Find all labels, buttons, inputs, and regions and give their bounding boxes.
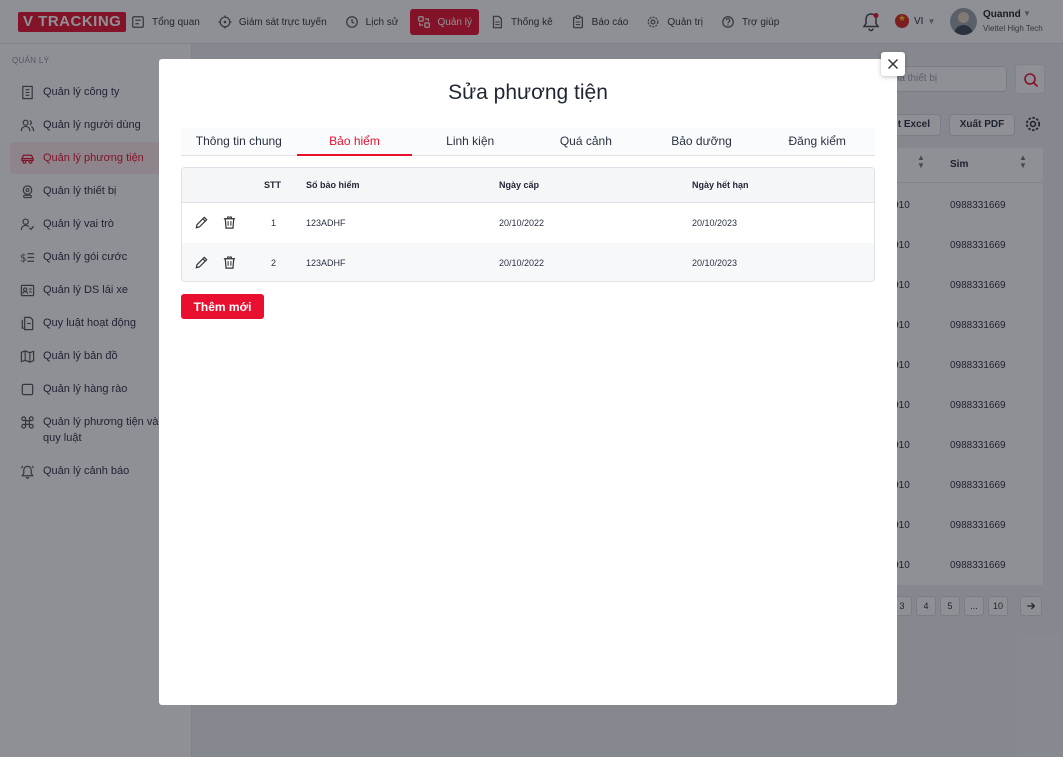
- add-new-button[interactable]: Thêm mới: [181, 294, 264, 319]
- insurance-table: STT Số bảo hiểm Ngày cấp Ngày hết hạn 1 …: [181, 167, 875, 282]
- column-header-insurance-number: Số bảo hiểm: [306, 180, 360, 190]
- cell-stt: 2: [271, 258, 277, 268]
- tab-general-info[interactable]: Thông tin chung: [181, 128, 297, 155]
- cell-expiry-date: 20/10/2023: [692, 258, 738, 268]
- cell-stt: 1: [271, 218, 277, 228]
- tab-transit[interactable]: Quá cảnh: [528, 128, 644, 155]
- cell-issue-date: 20/10/2022: [499, 258, 545, 268]
- modal-title: Sửa phương tiện: [448, 81, 608, 104]
- edit-pencil-icon[interactable]: [194, 255, 209, 270]
- insurance-table-header: STT Số bảo hiểm Ngày cấp Ngày hết hạn: [182, 168, 874, 203]
- tab-maintenance[interactable]: Bảo dưỡng: [644, 128, 760, 155]
- cell-expiry-date: 20/10/2023: [692, 218, 738, 228]
- tab-components[interactable]: Linh kiện: [412, 128, 528, 155]
- delete-trash-icon[interactable]: [222, 255, 237, 270]
- table-row: 2 123ADHF 20/10/2022 20/10/2023: [182, 243, 874, 281]
- cell-issue-date: 20/10/2022: [499, 218, 545, 228]
- close-icon: [888, 59, 898, 69]
- edit-pencil-icon[interactable]: [194, 215, 209, 230]
- delete-trash-icon[interactable]: [222, 215, 237, 230]
- column-header-stt: STT: [264, 180, 281, 190]
- column-header-issue-date: Ngày cấp: [499, 180, 540, 190]
- tab-registration[interactable]: Đăng kiểm: [759, 128, 875, 155]
- tab-insurance[interactable]: Bảo hiểm: [296, 128, 413, 156]
- cell-insurance-number: 123ADHF: [306, 258, 346, 268]
- column-header-expiry-date: Ngày hết hạn: [692, 180, 749, 190]
- close-modal-button[interactable]: [881, 52, 905, 76]
- edit-vehicle-modal: Sửa phương tiện Thông tin chung Bảo hiểm…: [159, 52, 905, 705]
- cell-insurance-number: 123ADHF: [306, 218, 346, 228]
- modal-tabs: Thông tin chung Bảo hiểm Linh kiện Quá c…: [181, 128, 875, 156]
- table-row: 1 123ADHF 20/10/2022 20/10/2023: [182, 203, 874, 243]
